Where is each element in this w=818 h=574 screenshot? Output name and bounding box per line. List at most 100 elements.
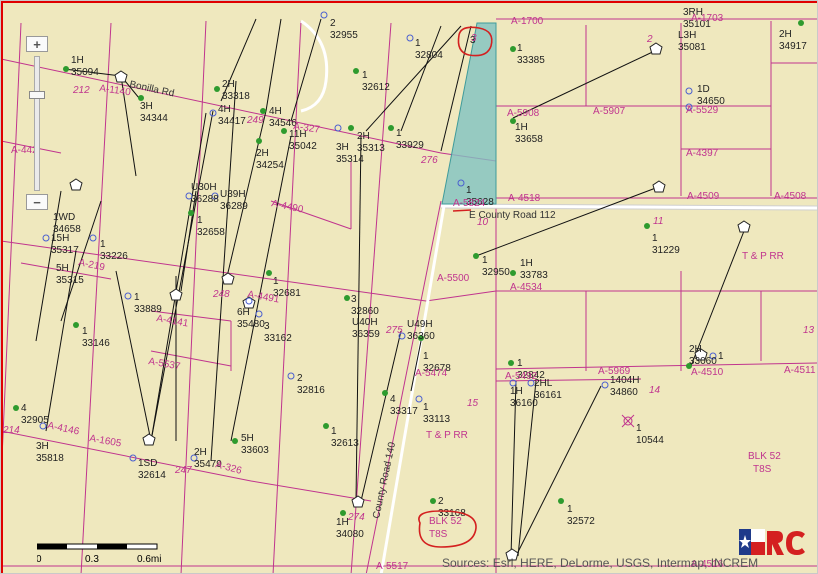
well-marker[interactable] [214,86,220,92]
well-label-type: 1 [466,185,472,196]
well-marker[interactable] [415,395,423,403]
zoom-slider-track[interactable] [29,56,45,191]
well-marker[interactable] [287,372,295,380]
well-label-type: 4H [269,106,282,117]
abstract-label: A-4508 [774,191,807,202]
well-label-type: 1 [636,423,642,434]
well-marker[interactable] [473,253,479,259]
well-marker[interactable] [344,295,350,301]
road-label-cr112: E County Road 112 [469,210,556,221]
well-marker[interactable] [644,223,650,229]
well-label-type: 1H [71,55,84,66]
well-label-number: 32905 [21,415,49,426]
well-label-number: 32613 [331,438,359,449]
well-marker[interactable] [260,108,266,114]
well-label-number: 10544 [636,435,664,446]
well-label-type: 1 [362,70,368,81]
well-label-number: 35315 [56,275,84,286]
well-marker[interactable] [353,68,359,74]
well-label-number: 35818 [36,453,64,464]
well-marker[interactable] [255,310,263,318]
zoom-in-button[interactable]: + [26,36,48,52]
annotation-underline [452,209,472,212]
abstract-label: A-5824 [453,198,486,209]
well-label-type: 2H [689,344,702,355]
abstract-label: A-4518 [508,193,541,204]
well-label-number: 32614 [138,470,166,481]
well-marker[interactable] [685,87,693,95]
well-label-type: U39H [220,189,246,200]
abstract-labels: A-1700 A-1703 A-5908 A-5907 A-5529 A-4397 A-45… [11,13,816,572]
map-canvas[interactable]: 1H350943H343442H333184H344174H3454613261… [1,1,818,574]
green-wells[interactable] [13,20,804,516]
well-marker[interactable] [232,438,238,444]
well-label-number: 34917 [779,41,807,52]
scale-bar: 0 0.3 0.6mi [36,542,187,573]
well-label-number: 33146 [82,338,110,349]
well-label-number: 32955 [330,30,358,41]
well-marker[interactable] [334,124,342,132]
well-marker[interactable] [42,234,50,242]
well-label-number: 32950 [482,267,510,278]
abstract-label: A-1703 [691,13,724,24]
section-number: 3 [471,33,477,44]
well-marker[interactable] [510,46,516,52]
well-marker[interactable] [382,390,388,396]
well-marker[interactable] [320,11,328,19]
block-label-t8s-circled: T8S [429,529,448,540]
well-marker[interactable] [266,270,272,276]
well-label-number: 33929 [396,140,424,151]
zoom-slider-thumb[interactable] [29,91,45,99]
zoom-control[interactable]: + − [26,36,56,211]
well-marker[interactable] [406,34,414,42]
map-view[interactable]: 1H 35094 3H 34344 2H 33318 4H 34417 4H 34546 1 3261… [0,0,818,574]
rrc-logo [739,527,807,557]
well-marker[interactable] [340,510,346,516]
well-marker[interactable] [124,292,132,300]
abstract-label: A-1700 [511,16,544,27]
well-marker[interactable] [510,270,516,276]
well-label-number: 34860 [610,387,638,398]
well-label-number: 33603 [241,445,269,456]
abstract-label: A-5474 [415,368,448,379]
section-number: 274 [347,512,365,523]
well-label-number: 33318 [222,91,250,102]
well-label-type: 1 [396,128,402,139]
well-label-type: 1 [331,426,337,437]
section-number: 247 [174,465,192,476]
well-label-number: 33162 [264,333,292,344]
well-marker[interactable] [73,322,79,328]
section-number: 212 [72,85,90,96]
well-marker[interactable] [798,20,804,26]
abstract-label: A-5500 [437,273,470,284]
well-label-type: 1 [652,233,658,244]
well-label-number: 32860 [351,306,379,317]
well-marker[interactable] [63,66,69,72]
well-label-number: 33226 [100,251,128,262]
well-marker[interactable] [558,498,564,504]
well-label-number: 35094 [71,67,99,78]
well-label-type: U40H [352,317,378,328]
well-label-number: 34080 [336,529,364,540]
well-label-number: 35081 [678,42,706,53]
well-marker[interactable] [348,125,354,131]
well-label-type: 2 [297,373,303,384]
block-label-t8s-right: T8S [753,464,772,475]
well-marker[interactable] [508,360,514,366]
well-marker[interactable] [430,498,436,504]
well-label-number: 36288 [191,194,219,205]
well-marker[interactable] [601,381,609,389]
well-marker[interactable] [256,138,262,144]
well-marker[interactable] [89,234,97,242]
well-marker[interactable] [13,405,19,411]
well-marker[interactable] [323,423,329,429]
abstract-label: A-5969 [598,366,631,377]
well-marker[interactable] [188,210,194,216]
well-label-number: 35314 [336,154,364,165]
well-label-number: 33658 [515,134,543,145]
well-label-type: 2H [256,148,269,159]
zoom-out-button[interactable]: − [26,194,48,210]
well-label-type: 4 [390,394,396,405]
well-marker[interactable] [388,125,394,131]
well-label-type: 1 [718,351,724,362]
